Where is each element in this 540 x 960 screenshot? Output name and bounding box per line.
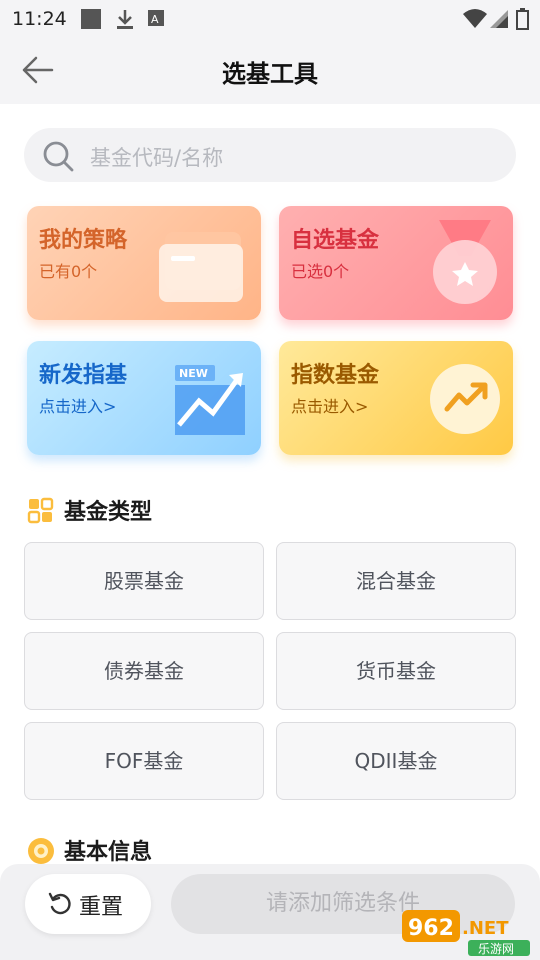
fund-type-hybrid[interactable]: 混合基金 (276, 542, 516, 620)
section-title: 基金类型 (64, 500, 153, 525)
svg-text:乐游网: 乐游网 (478, 942, 514, 956)
grid-icon (26, 496, 56, 530)
reset-icon (47, 891, 73, 921)
card-title: 指数基金 (291, 363, 380, 388)
search-icon (42, 140, 76, 178)
svg-text:962: 962 (408, 916, 454, 941)
card-new-index-funds[interactable]: 新发指基 点击进入> NEW (27, 341, 261, 455)
card-subtitle: 已选0个 (291, 262, 350, 281)
reset-label: 重置 (79, 895, 124, 920)
download-icon (114, 8, 136, 34)
card-subtitle: 点击进入> (291, 397, 369, 416)
card-subtitle: 已有0个 (39, 262, 98, 281)
svg-text:A: A (151, 13, 159, 26)
card-title: 自选基金 (291, 228, 380, 253)
gallery-icon (80, 8, 102, 34)
fund-type-fof[interactable]: FOF基金 (24, 722, 264, 800)
reset-button[interactable]: 重置 (25, 874, 151, 934)
new-chart-icon: NEW (171, 361, 251, 445)
signal-icon (488, 8, 510, 34)
card-subtitle: 点击进入> (39, 397, 117, 416)
card-my-strategy[interactable]: 我的策略 已有0个 (27, 206, 261, 320)
header: 选基工具 (0, 38, 540, 104)
translate-icon: A (146, 8, 168, 34)
fund-type-money[interactable]: 货币基金 (276, 632, 516, 710)
trend-up-icon (429, 363, 503, 441)
page-title: 选基工具 (222, 60, 318, 88)
medal-icon (425, 214, 505, 318)
section-title: 基本信息 (64, 840, 153, 865)
card-title: 新发指基 (39, 363, 128, 388)
fund-type-stock[interactable]: 股票基金 (24, 542, 264, 620)
status-bar: 11:24 A (0, 0, 540, 38)
card-favorite-funds[interactable]: 自选基金 已选0个 (279, 206, 513, 320)
battery-icon (516, 8, 530, 34)
watermark-logo: 962 .NET 乐游网 (400, 906, 536, 958)
search-placeholder: 基金代码/名称 (90, 146, 224, 170)
svg-text:NEW: NEW (179, 367, 208, 380)
fund-type-bond[interactable]: 债券基金 (24, 632, 264, 710)
main-content: 基金代码/名称 我的策略 已有0个 自选基金 已选0个 新发指基 点击进入> N… (0, 104, 540, 960)
svg-text:.NET: .NET (462, 918, 509, 939)
search-input[interactable]: 基金代码/名称 (24, 128, 516, 182)
card-index-funds[interactable]: 指数基金 点击进入> (279, 341, 513, 455)
wallet-icon (155, 226, 249, 310)
fund-type-qdii[interactable]: QDII基金 (276, 722, 516, 800)
wifi-icon (462, 8, 488, 34)
status-time: 11:24 (12, 8, 67, 30)
card-title: 我的策略 (39, 228, 128, 253)
